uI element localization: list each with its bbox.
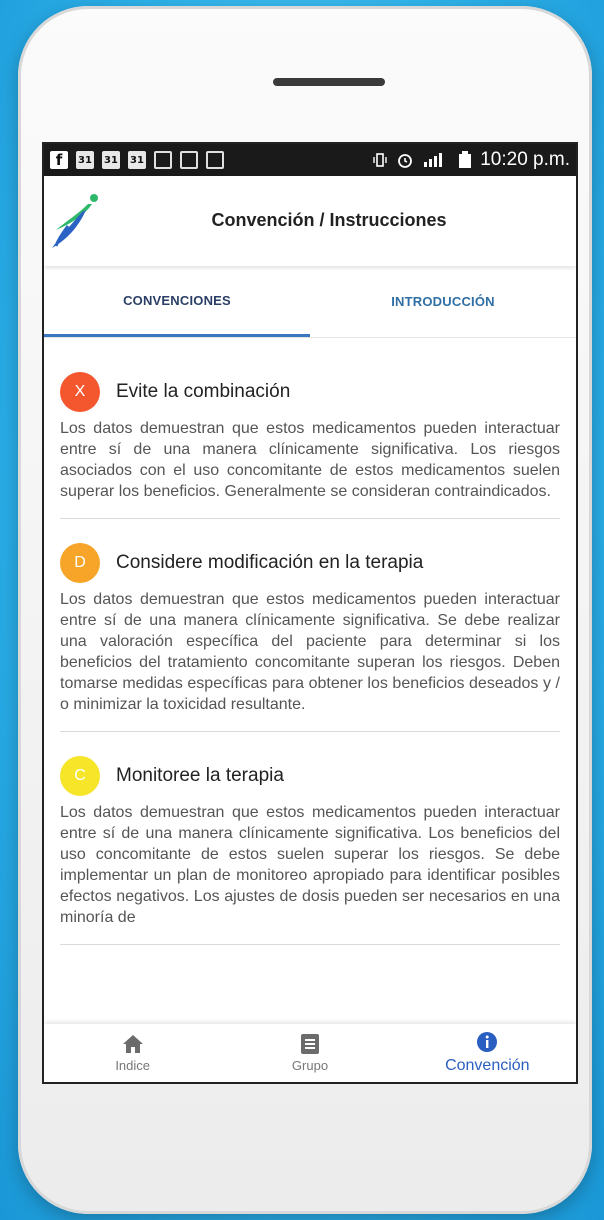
- image-icon: [206, 151, 224, 169]
- image-icon: [154, 151, 172, 169]
- nav-label: Indice: [115, 1057, 151, 1073]
- nav-convencion[interactable]: Convención: [399, 1024, 576, 1082]
- nav-grupo[interactable]: Grupo: [221, 1024, 398, 1082]
- nav-indice[interactable]: Indice: [44, 1024, 221, 1082]
- page-title: Convención / Instrucciones: [211, 210, 447, 230]
- calendar-icon: 31: [128, 151, 146, 169]
- nav-label: Grupo: [291, 1057, 329, 1073]
- convention-item-c: C Monitoree la terapia Los datos demuest…: [60, 756, 560, 945]
- status-right: 10:20 p.m.: [372, 149, 570, 171]
- badge-c: C: [60, 756, 100, 796]
- convention-title: Considere modificación en la terapia: [116, 552, 424, 573]
- calendar-icon: 31: [76, 151, 94, 169]
- app-screen: f 31 31 31 10:20 p.m. Convención / Instr…: [42, 142, 578, 1084]
- calendar-icon: 31: [102, 151, 120, 169]
- image-icon: [180, 151, 198, 169]
- list-icon: [300, 1033, 319, 1054]
- badge-x: X: [60, 372, 100, 412]
- convention-item-d: D Considere modificación en la terapia L…: [60, 543, 560, 732]
- tab-bar: CONVENCIONES INTRODUCCIÓN: [44, 266, 576, 338]
- convention-item-x: X Evite la combinación Los datos demuest…: [60, 372, 560, 519]
- convention-title: Monitoree la terapia: [116, 765, 284, 786]
- signal-icon: [424, 153, 443, 167]
- badge-d: D: [60, 543, 100, 583]
- tab-convenciones[interactable]: CONVENCIONES: [44, 266, 310, 337]
- convention-description: Los datos demuestran que estos medicamen…: [60, 804, 560, 926]
- tab-introduccion[interactable]: INTRODUCCIÓN: [310, 266, 576, 337]
- facebook-icon: f: [50, 151, 68, 169]
- status-bar: f 31 31 31 10:20 p.m.: [44, 144, 576, 176]
- speaker-grille: [273, 78, 385, 86]
- vibrate-icon: [373, 153, 387, 167]
- info-icon: [477, 1032, 498, 1052]
- alarm-icon: [398, 154, 413, 168]
- convention-list[interactable]: X Evite la combinación Los datos demuest…: [44, 338, 576, 945]
- convention-title: Evite la combinación: [116, 381, 291, 402]
- app-bar: Convención / Instrucciones: [44, 176, 576, 266]
- battery-icon: [459, 151, 472, 168]
- home-icon: [122, 1034, 143, 1053]
- convention-description: Los datos demuestran que estos medicamen…: [60, 591, 560, 713]
- status-time: 10:20 p.m.: [480, 149, 570, 170]
- bottom-navigation: Indice Grupo Convención: [44, 1024, 576, 1082]
- nav-label: Convención: [445, 1057, 530, 1074]
- convention-description: Los datos demuestran que estos medicamen…: [60, 420, 560, 500]
